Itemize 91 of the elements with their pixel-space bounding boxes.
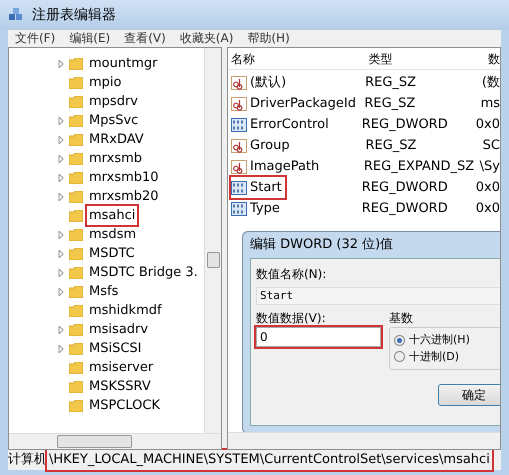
folder-icon — [69, 362, 83, 374]
value-data-field[interactable]: 0 — [256, 327, 381, 347]
ok-button[interactable]: 确定 — [438, 384, 500, 406]
tree-item[interactable]: MSDTC Bridge 3. — [87, 262, 200, 282]
string-value-icon — [231, 96, 247, 110]
folder-icon — [69, 152, 83, 164]
folder-icon — [69, 248, 83, 260]
value-name[interactable]: ImagePath — [250, 156, 320, 176]
string-value-icon — [231, 138, 247, 152]
tree-item[interactable]: mrxsmb10 — [87, 168, 161, 188]
radio-button[interactable] — [394, 351, 405, 362]
tree-item[interactable]: MSKSSRV — [87, 376, 153, 396]
tree-item[interactable]: msdsm — [87, 224, 138, 244]
value-type: REG_DWORD — [360, 178, 449, 197]
menu-item[interactable]: 编辑(E) — [62, 30, 118, 47]
folder-icon — [69, 342, 83, 354]
field-label: 数值名称(N): — [256, 266, 328, 283]
folder-icon — [69, 58, 83, 70]
field-label: 数值数据(V): — [256, 310, 327, 327]
tree-item[interactable]: mrxsmb — [87, 148, 144, 168]
binary-value-icon — [231, 202, 247, 216]
menu-item[interactable]: 文件(F) — [8, 30, 62, 47]
column-header[interactable]: 数 — [485, 50, 500, 68]
tree-item[interactable]: MSiSCSI — [87, 338, 144, 358]
folder-icon — [69, 304, 83, 316]
folder-icon — [69, 228, 83, 240]
value-name[interactable]: (默认) — [250, 72, 286, 92]
binary-value-icon — [231, 118, 247, 132]
folder-icon — [69, 286, 83, 298]
folder-icon — [69, 134, 83, 146]
group-label: 基数 — [389, 310, 414, 327]
tree-item[interactable]: MpsSvc — [87, 110, 140, 130]
horizontal-scrollbar[interactable] — [228, 432, 500, 449]
value-type: REG_DWORD — [360, 200, 449, 218]
value-name[interactable]: Start — [250, 178, 282, 198]
folder-icon — [69, 96, 83, 108]
folder-icon — [69, 400, 83, 412]
value-type: REG_SZ — [364, 74, 418, 92]
column-header[interactable]: 名称 — [228, 50, 366, 68]
tree-item[interactable]: mrxsmb20 — [87, 186, 161, 206]
folder-icon — [69, 324, 83, 336]
value-data: ms — [480, 94, 500, 113]
tree-item[interactable]: MSDTC — [87, 244, 137, 264]
value-data: SC — [482, 136, 500, 155]
dialog-title: 编辑 DWORD (32 位)值 — [250, 236, 394, 254]
value-type: REG_SZ — [363, 94, 416, 113]
tree-item[interactable]: MSPCLOCK — [87, 396, 162, 416]
menu-item[interactable]: 收藏夹(A) — [172, 30, 240, 47]
folder-icon — [69, 210, 83, 222]
string-value-icon — [231, 76, 247, 90]
value-type: REG_EXPAND_SZ — [362, 158, 476, 176]
value-name[interactable]: DriverPackageId — [250, 94, 356, 114]
string-value-icon — [231, 160, 247, 174]
value-data: 0x0 — [474, 116, 500, 134]
folder-icon — [69, 266, 83, 278]
tree-item[interactable]: MRxDAV — [87, 130, 146, 150]
vertical-scrollbar[interactable] — [204, 48, 221, 433]
tree-item[interactable]: mpsdrv — [87, 92, 140, 112]
radio-label: 十进制(D) — [409, 348, 460, 364]
menu-item[interactable]: 查看(V) — [117, 30, 173, 47]
tree-item[interactable]: Msfs — [87, 282, 120, 302]
column-header[interactable]: 类型 — [365, 50, 485, 68]
horizontal-scrollbar[interactable] — [9, 433, 221, 449]
value-data: \Sy — [478, 158, 500, 176]
radio-label: 十六进制(H) — [409, 332, 470, 348]
folder-icon — [69, 190, 83, 202]
folder-icon — [69, 114, 83, 126]
value-data: 0x0 — [474, 200, 500, 218]
registry-cubes-icon — [8, 7, 24, 23]
value-type: REG_SZ — [364, 136, 418, 155]
status-path: \HKEY_LOCAL_MACHINE\SYSTEM\CurrentControlSet\services\msahci — [47, 450, 492, 470]
folder-icon — [69, 172, 83, 184]
value-name[interactable]: Group — [250, 136, 290, 156]
binary-value-icon — [231, 180, 247, 194]
tree-item[interactable]: msisadrv — [87, 320, 150, 340]
menu-item[interactable]: 帮助(H) — [240, 30, 297, 47]
value-name-field[interactable]: Start — [256, 287, 500, 305]
tree-item[interactable]: msahci — [87, 206, 138, 226]
folder-icon — [69, 76, 83, 88]
radio-button[interactable] — [394, 334, 405, 346]
value-data: 0x0 — [474, 178, 500, 197]
tree-item[interactable]: mpio — [87, 72, 124, 92]
value-data: (数 — [480, 74, 500, 92]
tree-item[interactable]: mountmgr — [87, 54, 160, 74]
folder-icon — [69, 380, 83, 392]
value-name[interactable]: ErrorControl — [250, 114, 329, 134]
value-type: REG_DWORD — [360, 116, 449, 134]
tree-item[interactable]: mshidkmdf — [87, 300, 164, 320]
value-name[interactable]: Type — [250, 198, 280, 218]
window-title: 注册表编辑器 — [32, 6, 116, 24]
tree-item[interactable]: msiserver — [87, 358, 156, 378]
